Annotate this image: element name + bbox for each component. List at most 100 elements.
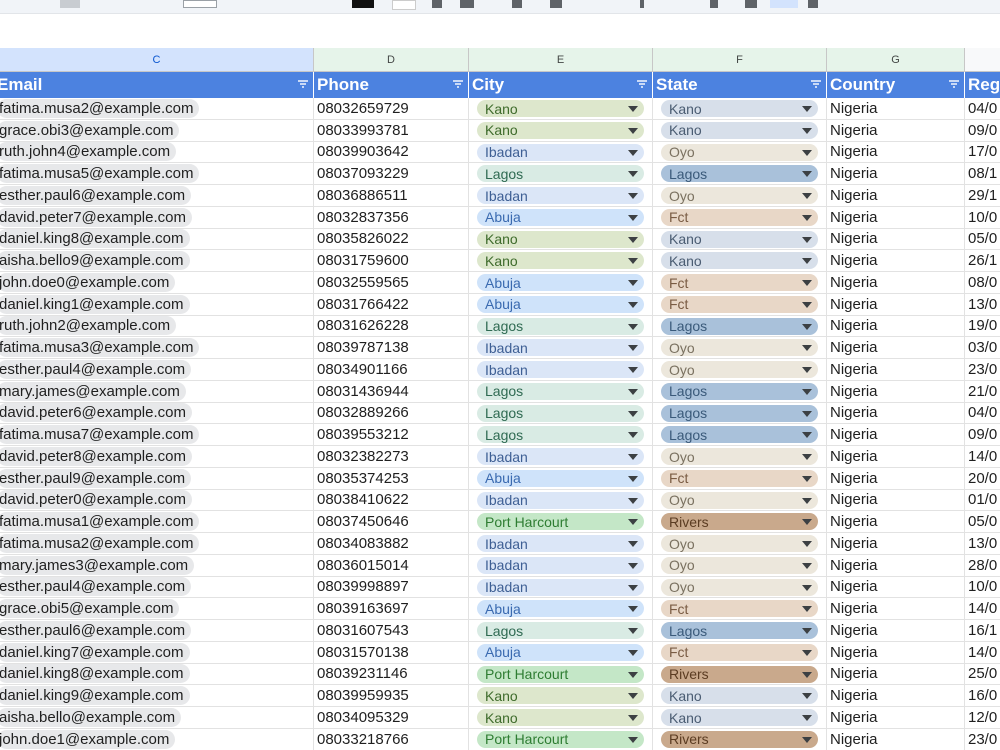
- email-link[interactable]: david.peter8@example.com: [0, 446, 192, 466]
- dropdown-arrow-icon[interactable]: [802, 562, 812, 569]
- phone-cell[interactable]: 08032889266: [314, 402, 469, 424]
- dropdown-arrow-icon[interactable]: [628, 367, 638, 373]
- state-dropdown[interactable]: Lagos: [661, 622, 818, 639]
- dropdown-arrow-icon[interactable]: [802, 432, 812, 439]
- dropdown-arrow-icon[interactable]: [802, 149, 812, 156]
- city-dropdown[interactable]: Lagos: [477, 404, 644, 422]
- city-dropdown[interactable]: Abuja: [477, 208, 644, 226]
- header-cell-reg[interactable]: Reg: [965, 72, 1000, 98]
- country-cell[interactable]: Nigeria: [827, 293, 965, 315]
- dropdown-arrow-icon[interactable]: [802, 345, 812, 352]
- city-cell[interactable]: Kano: [469, 228, 653, 250]
- state-dropdown[interactable]: Oyo: [661, 556, 818, 574]
- email-link[interactable]: daniel.king1@example.com: [0, 294, 190, 314]
- phone-cell[interactable]: 08039787138: [314, 337, 469, 358]
- country-cell[interactable]: Nigeria: [827, 511, 965, 532]
- state-cell[interactable]: Lagos: [653, 380, 827, 402]
- dropdown-arrow-icon[interactable]: [628, 323, 638, 330]
- email-link[interactable]: mary.james3@example.com: [0, 555, 195, 575]
- country-cell[interactable]: Nigeria: [827, 598, 965, 619]
- country-cell[interactable]: Nigeria: [827, 467, 965, 489]
- dropdown-arrow-icon[interactable]: [802, 715, 812, 721]
- city-dropdown[interactable]: Abuja: [477, 600, 644, 618]
- city-dropdown[interactable]: Ibadan: [477, 143, 644, 161]
- email-cell[interactable]: aisha.bello9@example.com: [0, 250, 314, 271]
- phone-cell[interactable]: 08032382273: [314, 446, 469, 467]
- city-dropdown[interactable]: Ibadan: [477, 339, 644, 357]
- reg-date-cell[interactable]: 05/0: [965, 229, 1000, 250]
- email-cell[interactable]: fatima.musa7@example.com: [0, 424, 314, 445]
- email-cell[interactable]: fatima.musa2@example.com: [0, 98, 314, 119]
- email-cell[interactable]: grace.obi3@example.com: [0, 119, 314, 141]
- state-cell[interactable]: Fct: [653, 641, 827, 663]
- dropdown-arrow-icon[interactable]: [628, 106, 638, 112]
- email-cell[interactable]: daniel.king1@example.com: [0, 293, 314, 315]
- email-cell[interactable]: esther.paul9@example.com: [0, 467, 314, 489]
- email-link[interactable]: daniel.king7@example.com: [0, 642, 190, 662]
- city-cell[interactable]: Lagos: [469, 620, 653, 641]
- city-cell[interactable]: Ibadan: [469, 359, 653, 380]
- wrap-icon[interactable]: [550, 0, 562, 8]
- state-cell[interactable]: Rivers: [653, 663, 827, 685]
- city-dropdown[interactable]: Abuja: [477, 274, 644, 291]
- email-cell[interactable]: daniel.king8@example.com: [0, 663, 314, 685]
- email-cell[interactable]: david.peter6@example.com: [0, 402, 314, 424]
- dropdown-arrow-icon[interactable]: [628, 562, 638, 569]
- city-dropdown[interactable]: Kano: [477, 121, 644, 139]
- country-cell[interactable]: Nigeria: [827, 315, 965, 337]
- country-cell[interactable]: Nigeria: [827, 163, 965, 184]
- city-dropdown[interactable]: Ibadan: [477, 187, 644, 204]
- merge-icon[interactable]: [460, 0, 474, 8]
- city-cell[interactable]: Port Harcourt: [469, 728, 653, 750]
- state-dropdown[interactable]: Oyo: [661, 448, 818, 465]
- city-cell[interactable]: Port Harcourt: [469, 663, 653, 685]
- city-dropdown[interactable]: Lagos: [477, 622, 644, 639]
- state-cell[interactable]: Oyo: [653, 185, 827, 206]
- dropdown-arrow-icon[interactable]: [628, 541, 638, 547]
- dropdown-arrow-icon[interactable]: [628, 149, 638, 156]
- state-dropdown[interactable]: Fct: [661, 208, 818, 226]
- state-cell[interactable]: Lagos: [653, 402, 827, 424]
- filter-icon[interactable]: [810, 78, 822, 90]
- zoom-box[interactable]: [183, 0, 217, 8]
- country-cell[interactable]: Nigeria: [827, 185, 965, 206]
- dropdown-arrow-icon[interactable]: [802, 671, 812, 678]
- email-link[interactable]: john.doe0@example.com: [0, 272, 176, 292]
- phone-cell[interactable]: 08031607543: [314, 620, 469, 641]
- city-dropdown[interactable]: Kano: [477, 230, 644, 248]
- header-cell-phone[interactable]: Phone: [314, 72, 469, 98]
- dropdown-arrow-icon[interactable]: [628, 628, 638, 634]
- city-dropdown[interactable]: Lagos: [477, 382, 644, 400]
- dropdown-arrow-icon[interactable]: [628, 301, 638, 308]
- dropdown-arrow-icon[interactable]: [802, 649, 812, 656]
- reg-date-cell[interactable]: 26/1: [965, 250, 1000, 271]
- phone-cell[interactable]: 08031766422: [314, 293, 469, 315]
- email-cell[interactable]: grace.obi5@example.com: [0, 598, 314, 619]
- toolbar-icon[interactable]: [60, 0, 80, 8]
- city-dropdown[interactable]: Kano: [477, 100, 644, 117]
- reg-date-cell[interactable]: 25/0: [965, 664, 1000, 685]
- state-cell[interactable]: Oyo: [653, 359, 827, 380]
- phone-cell[interactable]: 08036015014: [314, 554, 469, 576]
- email-cell[interactable]: david.peter7@example.com: [0, 206, 314, 228]
- country-cell[interactable]: Nigeria: [827, 228, 965, 250]
- dropdown-arrow-icon[interactable]: [802, 454, 812, 460]
- country-cell[interactable]: Nigeria: [827, 380, 965, 402]
- rotate-icon[interactable]: [640, 0, 644, 8]
- email-cell[interactable]: fatima.musa3@example.com: [0, 337, 314, 358]
- email-link[interactable]: fatima.musa1@example.com: [0, 512, 200, 532]
- state-cell[interactable]: Lagos: [653, 424, 827, 445]
- email-cell[interactable]: ruth.john2@example.com: [0, 315, 314, 337]
- state-cell[interactable]: Oyo: [653, 489, 827, 511]
- email-cell[interactable]: john.doe0@example.com: [0, 272, 314, 293]
- email-link[interactable]: fatima.musa7@example.com: [0, 425, 200, 445]
- state-cell[interactable]: Rivers: [653, 511, 827, 532]
- email-cell[interactable]: david.peter0@example.com: [0, 489, 314, 511]
- email-cell[interactable]: esther.paul4@example.com: [0, 576, 314, 598]
- phone-cell[interactable]: 08034901166: [314, 359, 469, 380]
- city-cell[interactable]: Lagos: [469, 163, 653, 184]
- dropdown-arrow-icon[interactable]: [802, 301, 812, 308]
- state-dropdown[interactable]: Lagos: [661, 165, 818, 183]
- city-cell[interactable]: Lagos: [469, 402, 653, 424]
- city-dropdown[interactable]: Ibadan: [477, 578, 644, 596]
